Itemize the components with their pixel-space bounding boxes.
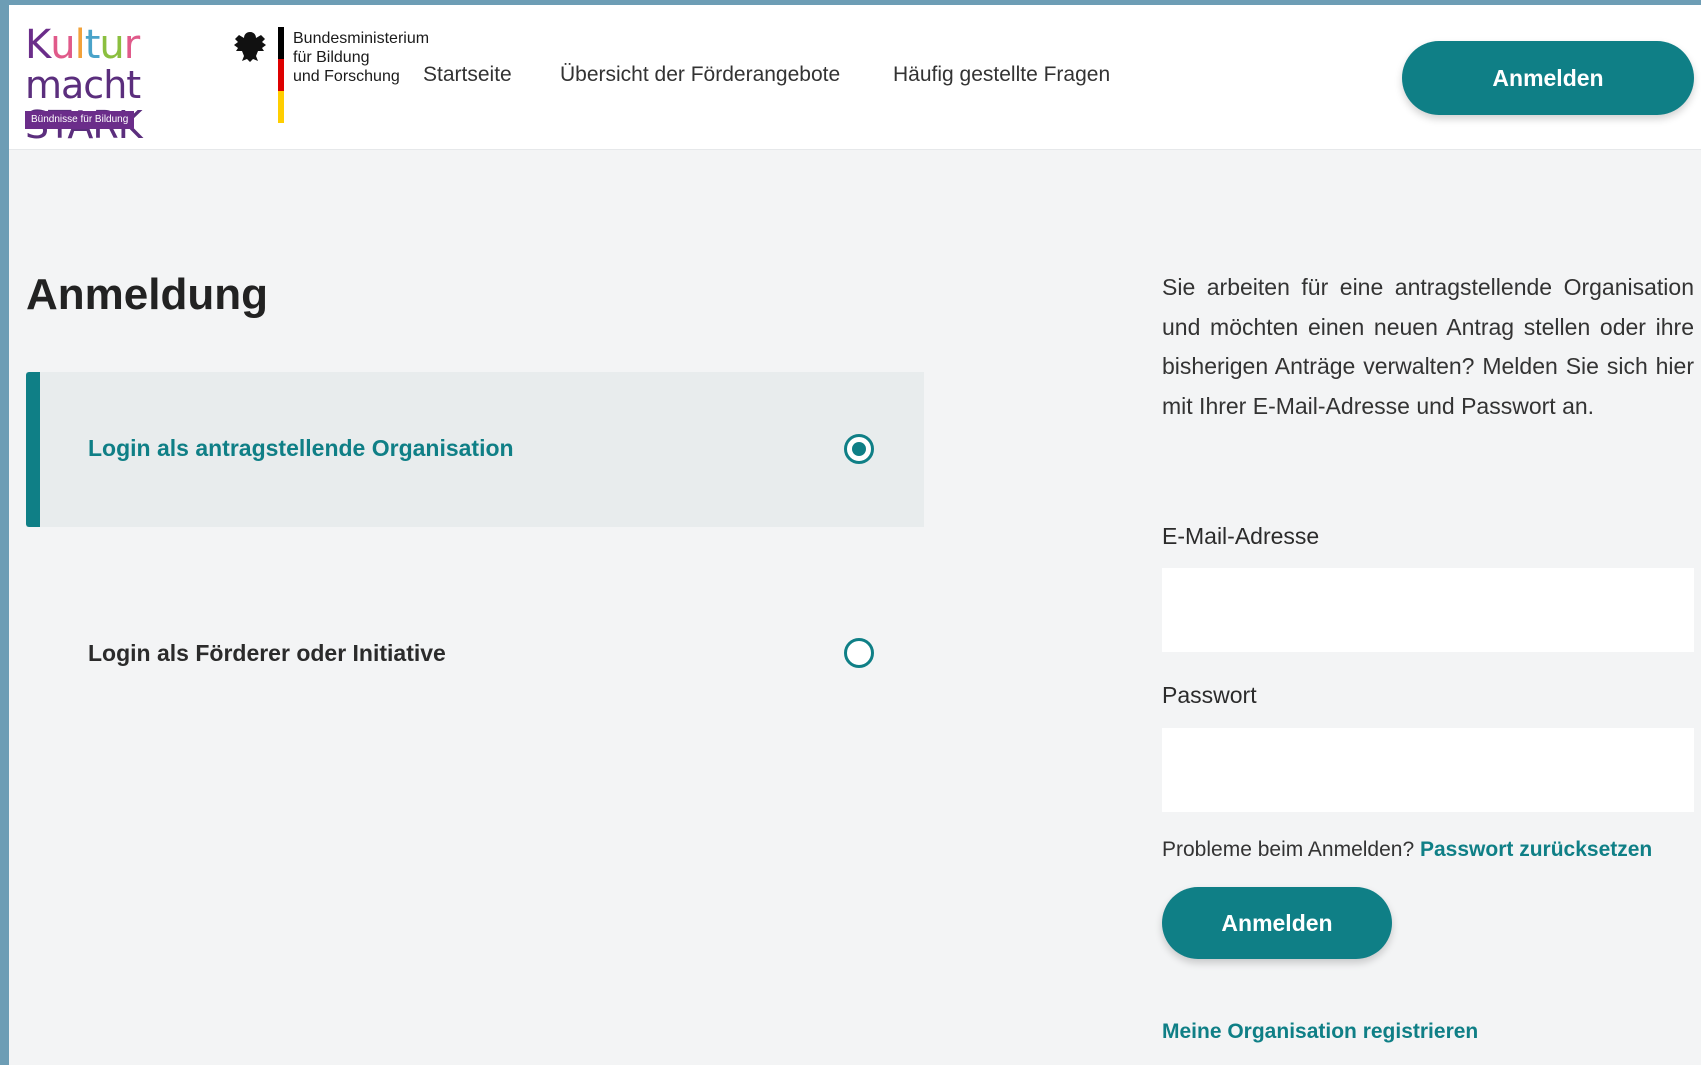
logo-letter: K [25, 22, 51, 68]
radio-foerderer[interactable] [844, 638, 874, 668]
kultur-macht-stark-logo[interactable]: Kultur macht STARK Bündnisse für Bildung [25, 22, 215, 145]
logo-tagline: Bündnisse für Bildung [25, 111, 135, 129]
ministry-line: für Bildung [293, 49, 370, 66]
password-label: Passwort [1162, 682, 1257, 708]
email-field[interactable] [1162, 568, 1694, 652]
ministry-line: Bundesministerium [293, 30, 430, 47]
logo-letter: r [123, 22, 140, 68]
ministry-line: und Forschung [293, 68, 400, 85]
email-label: E-Mail-Adresse [1162, 523, 1320, 549]
logo-wordmark-kultur: Kultur [25, 22, 140, 68]
selected-accent-bar [26, 372, 40, 527]
bmbf-logo[interactable]: Bundesministerium für Bildung und Forsch… [231, 25, 431, 130]
logo-letter: t [84, 22, 101, 68]
login-help: Probleme beim Anmelden? Passwort zurücks… [1162, 838, 1652, 862]
ministry-name: Bundesministerium für Bildung und Forsch… [293, 29, 433, 86]
login-option-organisation[interactable]: Login als antragstellende Organisation [26, 372, 924, 527]
login-option-foerderer[interactable]: Login als Förderer oder Initiative [26, 580, 924, 720]
german-flag-stripe [278, 27, 284, 123]
page-title: Anmeldung [26, 270, 268, 319]
logo-wordmark-macht-stark: macht STARK [25, 63, 143, 145]
logo-letter: l [74, 22, 86, 68]
nav-link-startseite[interactable]: Startseite [423, 63, 512, 87]
register-organisation-link[interactable]: Meine Organisation registrieren [1162, 1020, 1478, 1044]
window-frame-left [0, 0, 9, 1065]
login-option-label[interactable]: Login als Förderer oder Initiative [88, 640, 446, 667]
password-reset-link[interactable]: Passwort zurücksetzen [1420, 838, 1652, 861]
password-field[interactable] [1162, 728, 1694, 812]
login-help-text: Probleme beim Anmelden? [1162, 838, 1415, 861]
nav-link-foerderangebote[interactable]: Übersicht der Förderangebote [560, 63, 840, 87]
radio-checked-dot [852, 442, 866, 456]
site-header: Kultur macht STARK Bündnisse für Bildung… [9, 5, 1701, 150]
logo-letter: u [99, 22, 124, 68]
nav-link-faq[interactable]: Häufig gestellte Fragen [893, 63, 1110, 87]
header-login-button[interactable]: Anmelden [1402, 41, 1694, 115]
login-submit-button[interactable]: Anmelden [1162, 887, 1392, 959]
logo-letter: u [50, 22, 75, 68]
federal-eagle-icon [234, 32, 266, 62]
login-option-label[interactable]: Login als antragstellende Organisation [88, 435, 514, 462]
login-intro-text: Sie arbeiten für eine antragstellende Or… [1162, 274, 1694, 419]
radio-organisation[interactable] [844, 434, 874, 464]
